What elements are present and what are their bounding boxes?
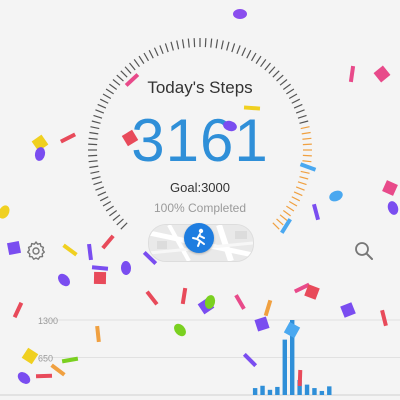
gauge-tick	[226, 41, 230, 51]
gauge-tick	[112, 214, 121, 221]
completion-status: 100% Completed	[153, 201, 247, 215]
chart-bar	[290, 320, 295, 395]
gauge-tick	[231, 43, 236, 53]
gauge-tick	[164, 43, 169, 53]
gauge-tick	[143, 52, 150, 62]
gauge-tick	[241, 47, 247, 57]
gauge-tick	[138, 55, 145, 64]
gauge-tick	[170, 41, 174, 51]
chart-bar	[304, 384, 310, 395]
gauge-tick	[91, 176, 101, 180]
chart-bar	[312, 388, 317, 395]
gauge-tick	[99, 98, 109, 104]
gauge-tick	[153, 47, 159, 57]
gauge-tick	[187, 38, 190, 48]
y-tick-label: 1300	[38, 316, 58, 326]
gauge-tick	[268, 66, 276, 74]
hourly-steps-chart: 1300 650	[0, 316, 400, 396]
gauge-tick	[250, 52, 257, 62]
step-counter-screen: Today's Steps 3161 Goal:3000 100% Comple…	[0, 0, 400, 400]
gauge-tick	[272, 222, 280, 230]
chart-bar	[252, 388, 258, 395]
chart-bar	[267, 389, 273, 395]
runner-icon	[192, 228, 205, 247]
gauge-tick	[260, 59, 267, 68]
gauge-tick	[129, 62, 136, 71]
chart-bar	[327, 386, 332, 395]
gauge-tick	[116, 218, 124, 226]
y-tick-label: 650	[38, 354, 53, 364]
gauge-tick	[236, 45, 241, 55]
gauge-tick	[133, 59, 140, 68]
gauge-tick	[120, 70, 128, 78]
step-count: 3161	[131, 107, 269, 174]
gauge-tick	[148, 49, 154, 59]
start-run-button[interactable]	[184, 223, 214, 253]
page-title: Today's Steps	[147, 78, 253, 97]
gauge-tick	[120, 222, 128, 230]
chart-bar	[282, 339, 287, 395]
gauge-tick	[299, 176, 309, 180]
gauge-tick	[279, 214, 288, 221]
gauge-tick	[291, 98, 301, 104]
settings-button[interactable]	[24, 239, 48, 263]
gauge-tick	[159, 45, 164, 55]
gauge-tick	[246, 49, 252, 59]
gauge-tick	[276, 218, 284, 226]
chart-bar	[319, 390, 325, 395]
gauge-tick	[255, 55, 262, 64]
gauge-tick	[272, 70, 280, 78]
goal-label: Goal:3000	[170, 180, 230, 195]
gauge-tick	[176, 40, 180, 50]
chart-bar	[260, 385, 265, 395]
search-icon	[355, 242, 373, 260]
gauge-tick	[215, 39, 219, 49]
chart-bar	[275, 386, 280, 395]
gauge-tick	[220, 40, 224, 50]
gauge-tick	[264, 62, 271, 71]
chart-bar	[297, 380, 302, 395]
gauge-tick	[181, 39, 185, 49]
search-button[interactable]	[352, 239, 376, 263]
gauge-tick	[124, 66, 132, 74]
settings-gear-icon	[27, 241, 45, 260]
gauge-tick	[210, 38, 213, 48]
